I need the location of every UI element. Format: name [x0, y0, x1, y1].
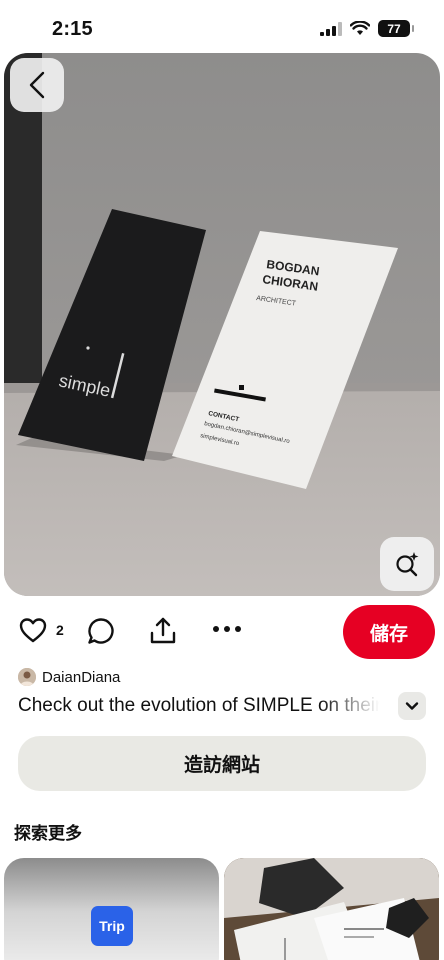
back-button[interactable] — [10, 58, 64, 112]
pin-action-row: 2 儲存 — [0, 604, 444, 660]
signal-icon — [320, 21, 342, 36]
chevron-left-icon — [29, 71, 45, 99]
save-button[interactable]: 儲存 — [343, 605, 435, 659]
battery-indicator: 77 — [378, 20, 414, 37]
chevron-down-icon — [405, 702, 419, 710]
share-button[interactable] — [148, 616, 178, 646]
like-button[interactable]: 2 — [18, 616, 64, 644]
status-icons: 77 — [320, 20, 414, 37]
more-options-button[interactable] — [212, 624, 242, 634]
visual-search-icon — [396, 552, 419, 577]
comment-icon — [88, 618, 114, 644]
visual-search-button[interactable] — [380, 537, 434, 591]
pin-image[interactable]: BOGDAN CHIORAN ARCHITECT CONTACT bogdan.… — [4, 53, 440, 596]
explore-pin-card[interactable]: Trip — [4, 858, 219, 960]
status-bar: 2:15 77 — [0, 0, 444, 54]
like-count: 2 — [56, 622, 64, 638]
expand-description-button[interactable] — [398, 692, 426, 720]
share-icon — [150, 617, 176, 644]
caption-fade — [320, 692, 390, 720]
wifi-icon — [350, 21, 370, 35]
explore-more-heading: 探索更多 — [14, 824, 82, 843]
author-name: DaianDiana — [42, 668, 121, 686]
visit-website-button[interactable]: 造訪網站 — [18, 736, 426, 791]
comment-button[interactable] — [86, 616, 116, 646]
more-icon — [213, 626, 241, 632]
trip-logo: Trip — [91, 906, 133, 946]
pin-photo: BOGDAN CHIORAN ARCHITECT CONTACT bogdan.… — [4, 53, 440, 596]
avatar — [18, 668, 36, 686]
explore-pin-image — [224, 858, 439, 960]
status-time: 2:15 — [52, 18, 93, 40]
explore-pin-card[interactable] — [224, 858, 439, 960]
author[interactable]: DaianDiana — [18, 668, 120, 686]
heart-icon — [19, 618, 47, 643]
